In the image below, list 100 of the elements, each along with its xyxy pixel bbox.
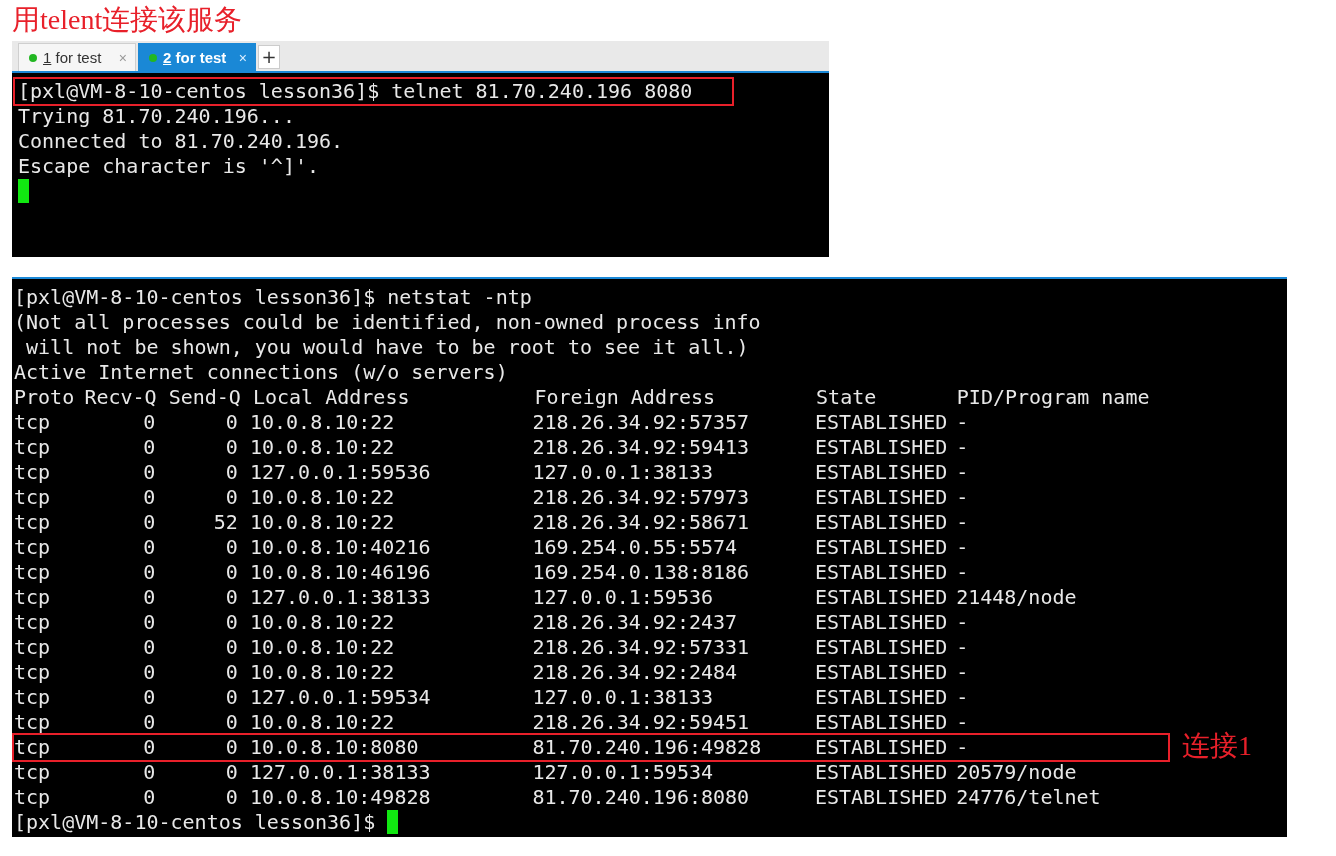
table-cell-text: 20579/node [956, 760, 1078, 785]
terminal-line: Escape character is '^]'. [18, 154, 320, 179]
table-cell-text: 10.0.8.10:22 [249, 485, 396, 510]
table-cell-text: 0 [142, 610, 157, 635]
table-cell-text: - [956, 710, 970, 735]
column-header: State [816, 385, 878, 410]
table-cell-text: 169.254.0.55:5574 [532, 535, 739, 560]
table-cell-text: 0 [224, 585, 239, 610]
table-cell-text: ESTABLISHED [814, 585, 949, 610]
column-header: Foreign Address [534, 385, 717, 410]
table-cell-text: 218.26.34.92:2484 [532, 660, 739, 685]
table-cell-text: 81.70.240.196:49828 [532, 735, 763, 760]
table-cell-text: 218.26.34.92:57357 [532, 410, 751, 435]
table-cell-text: ESTABLISHED [814, 410, 949, 435]
table-cell-text: - [956, 510, 970, 535]
terminal-line: Trying 81.70.240.196... [18, 104, 295, 129]
table-cell-text: ESTABLISHED [814, 660, 949, 685]
table-cell-text: 127.0.0.1:38133 [249, 585, 432, 610]
table-cell-text: 218.26.34.92:59413 [532, 435, 751, 460]
table-cell-text: 24776/telnet [956, 785, 1102, 810]
table-cell-text: 0 [224, 535, 239, 560]
table-cell-text: tcp [14, 485, 52, 510]
table-cell-text: ESTABLISHED [814, 460, 949, 485]
table-cell-text: 10.0.8.10:22 [249, 710, 396, 735]
table-cell-text: ESTABLISHED [814, 610, 949, 635]
table-cell-text: ESTABLISHED [814, 635, 949, 660]
table-cell-text: 127.0.0.1:38133 [532, 460, 715, 485]
table-cell-text: 218.26.34.92:58671 [532, 510, 751, 535]
table-cell-text: 0 [142, 735, 157, 760]
column-header: Proto [14, 385, 76, 410]
table-cell-text: tcp [14, 410, 52, 435]
table-cell-text: tcp [14, 435, 52, 460]
table-cell-text: 0 [142, 435, 157, 460]
table-cell-text: 0 [224, 410, 239, 435]
table-cell-text: ESTABLISHED [814, 785, 949, 810]
table-cell-text: ESTABLISHED [814, 710, 949, 735]
shell-prompt: [pxl@VM-8-10-centos lesson36]$ [14, 810, 377, 834]
table-cell-text: 0 [142, 685, 157, 710]
table-cell-text: 0 [142, 635, 157, 660]
table-cell-text: tcp [14, 710, 52, 735]
table-cell-text: tcp [14, 760, 52, 785]
table-cell-text: tcp [14, 585, 52, 610]
table-cell-text: 0 [142, 460, 157, 485]
terminal-tab[interactable]: 2 for test × [138, 43, 256, 71]
table-cell-text: tcp [14, 560, 52, 585]
table-cell-text: 218.26.34.92:2437 [532, 610, 739, 635]
table-cell-text: 0 [224, 685, 239, 710]
table-cell-text: 52 [212, 510, 239, 535]
column-header: PID/Program name [956, 385, 1151, 410]
table-cell-text: tcp [14, 535, 52, 560]
table-cell-text: tcp [14, 685, 52, 710]
table-cell-text: tcp [14, 635, 52, 660]
table-cell-text: - [956, 435, 970, 460]
table-cell-text: - [956, 735, 970, 760]
table-cell-text: 10.0.8.10:49828 [249, 785, 432, 810]
table-cell-text: 218.26.34.92:59451 [532, 710, 751, 735]
table-cell-text: 0 [224, 635, 239, 660]
table-cell-text: 0 [142, 710, 157, 735]
terminal-line: Connected to 81.70.240.196. [18, 129, 344, 154]
table-cell-text: 10.0.8.10:40216 [249, 535, 432, 560]
table-cell-text: 0 [142, 760, 157, 785]
annotation-title: 用telent连接该服务 [12, 3, 243, 37]
table-cell-text: ESTABLISHED [814, 510, 949, 535]
table-cell-text: 127.0.0.1:59534 [532, 760, 715, 785]
table-cell-text: ESTABLISHED [814, 485, 949, 510]
table-cell-text: ESTABLISHED [814, 435, 949, 460]
table-cell-text: 10.0.8.10:22 [249, 635, 396, 660]
table-cell-text: 127.0.0.1:38133 [532, 685, 715, 710]
table-cell-text: 0 [224, 785, 239, 810]
table-cell-text: - [956, 610, 970, 635]
terminal-tab[interactable]: 1 for test × [18, 43, 136, 71]
column-header: Send-Q [168, 385, 242, 410]
table-cell-text: ESTABLISHED [814, 685, 949, 710]
table-cell-text: 0 [224, 460, 239, 485]
table-cell-text: tcp [14, 460, 52, 485]
column-header: Local Address [252, 385, 411, 410]
table-cell-text: 0 [224, 435, 239, 460]
table-cell-text: 218.26.34.92:57973 [532, 485, 751, 510]
new-tab-button[interactable]: + [258, 45, 280, 69]
table-cell-text: 10.0.8.10:46196 [249, 560, 432, 585]
table-cell-text: 0 [224, 760, 239, 785]
table-cell-text: - [956, 560, 970, 585]
table-cell-text: - [956, 660, 970, 685]
table-cell-text: 0 [142, 510, 157, 535]
table-cell-text: 0 [224, 560, 239, 585]
table-cell-text: 0 [142, 585, 157, 610]
terminal-line: [pxl@VM-8-10-centos lesson36]$ telnet 81.70.240.196 8080 [15, 79, 733, 104]
table-cell-text: 127.0.0.1:38133 [249, 760, 432, 785]
table-cell-text: 0 [224, 485, 239, 510]
table-cell-text: - [956, 535, 970, 560]
table-cell-text: - [956, 485, 970, 510]
table-cell-text: - [956, 410, 970, 435]
table-cell-text: 10.0.8.10:22 [249, 660, 396, 685]
terminal-line: Active Internet connections (w/o servers) [14, 360, 508, 385]
table-cell-text: ESTABLISHED [814, 735, 949, 760]
table-cell-text: 10.0.8.10:22 [249, 435, 396, 460]
table-cell-text: 0 [224, 660, 239, 685]
table-cell-text: tcp [14, 660, 52, 685]
table-cell-text: 0 [142, 785, 157, 810]
table-cell-text: tcp [14, 510, 52, 535]
